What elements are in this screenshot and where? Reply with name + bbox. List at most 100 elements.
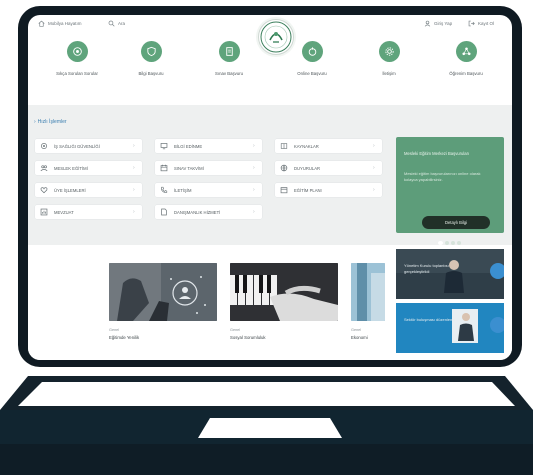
home-label: Mobilya Hayatım: [48, 21, 82, 26]
home-link[interactable]: Mobilya Hayatım: [38, 20, 82, 27]
search-icon: [108, 20, 115, 27]
chevron-right-icon: ›: [253, 209, 255, 215]
nav-item-faq[interactable]: Sıkça Sorulan Sorular: [42, 41, 112, 76]
news-title: Eğitimde Yenilik: [109, 335, 140, 340]
next-arrow-button[interactable]: [490, 263, 504, 279]
target-icon: [66, 41, 88, 62]
trackpad-notch: [198, 418, 342, 438]
quick-services: › Hızlı İşlemler İŞ SAĞLIĞI GÜVENLİĞİ › …: [28, 105, 512, 245]
side-news-card[interactable]: Yönetim Kurulu toplantısı gerçekleştiril…: [396, 249, 504, 299]
news-image: [230, 263, 338, 321]
next-arrow-button[interactable]: [490, 317, 504, 333]
monitor-icon: [160, 142, 168, 150]
service-label: İŞ SAĞLIĞI GÜVENLİĞİ: [54, 143, 100, 149]
service-label: ÜYE İŞLEMLERİ: [54, 187, 86, 193]
register-link[interactable]: Kayıt Ol: [468, 20, 494, 27]
shield-icon: [140, 41, 162, 62]
side-news-text: Sektör buluşması düzenlendi: [404, 317, 456, 322]
news-section: Genel Eğitimde Yenilik Genel Sosyal Soru…: [28, 245, 512, 360]
chevron-right-icon: ›: [133, 165, 135, 171]
promo-text: Mesleki eğitim başvurularınızı online ol…: [404, 171, 481, 182]
network-icon: [455, 41, 477, 62]
nav-label: Sınav Başvuru: [215, 71, 243, 76]
globe-icon: [280, 164, 288, 172]
people-icon: [40, 164, 48, 172]
service-card[interactable]: MEVZUAT ›: [35, 205, 142, 219]
book-icon: [280, 142, 288, 150]
chevron-right-icon: ›: [253, 143, 255, 149]
service-card[interactable]: İŞ SAĞLIĞI GÜVENLİĞİ ›: [35, 139, 142, 153]
chevron-right-icon: ›: [133, 187, 135, 193]
gear-icon: [40, 142, 48, 150]
side-news-card[interactable]: Sektör buluşması düzenlendi: [396, 303, 504, 353]
service-card[interactable]: KAYNAKLAR ›: [275, 139, 382, 153]
file-icon: [160, 208, 168, 216]
chevron-right-icon: ›: [34, 119, 36, 125]
service-label: DANIŞMANLIK HİZMETİ: [174, 209, 221, 215]
nav-label: Sıkça Sorulan Sorular: [56, 71, 98, 76]
chevron-right-icon: ›: [133, 209, 135, 215]
service-label: KAYNAKLAR: [294, 143, 319, 149]
promo-title: Mesleki Eğitim Merkezi Başvuruları: [404, 151, 470, 156]
home-icon: [38, 20, 45, 27]
service-card[interactable]: MESLEK EĞİTİMİ ›: [35, 161, 142, 175]
news-image: [109, 263, 217, 321]
news-card[interactable]: Genel Sosyal Sorumluluk: [230, 263, 338, 340]
user-icon: [424, 20, 431, 27]
news-category: Genel: [351, 328, 362, 332]
chevron-right-icon: ›: [373, 143, 375, 149]
document-icon: [218, 41, 240, 62]
service-card[interactable]: DANIŞMANLIK HİZMETİ ›: [155, 205, 262, 219]
service-label: BİLGİ EDİNME: [174, 143, 203, 149]
service-label: MESLEK EĞİTİMİ: [54, 165, 88, 171]
laptop-screen: Mobilya Hayatım Ara Giriş Yap Kayıt Ol S…: [28, 15, 512, 360]
nav-item-contact[interactable]: İletişim: [354, 41, 424, 76]
nav-label: Bilgi Başvuru: [138, 71, 164, 76]
service-label: İLETİŞİM: [174, 187, 192, 193]
exit-icon: [468, 20, 475, 27]
nav-label: Öğrenim Başvuru: [449, 71, 483, 76]
chevron-right-icon: ›: [373, 187, 375, 193]
news-category: Genel: [230, 328, 241, 332]
nav-item-education[interactable]: Öğrenim Başvuru: [431, 41, 501, 76]
chevron-right-icon: ›: [373, 165, 375, 171]
news-title: Sosyal Sorumluluk: [230, 335, 266, 340]
service-label: MEVZUAT: [54, 209, 74, 215]
main-navigation: Sıkça Sorulan Sorular Bilgi Başvuru Sına…: [28, 41, 512, 103]
side-news-text: Yönetim Kurulu toplantısı gerçekleştiril…: [404, 263, 449, 274]
service-card[interactable]: EĞİTİM PLANI ›: [275, 183, 382, 197]
service-label: SINAV TAKVİMİ: [174, 165, 204, 171]
cart-icon: [301, 41, 323, 62]
service-card[interactable]: İLETİŞİM ›: [155, 183, 262, 197]
nav-item-exam[interactable]: Sınav Başvuru: [194, 41, 264, 76]
login-link[interactable]: Giriş Yap: [424, 20, 452, 27]
service-card[interactable]: ÜYE İŞLEMLERİ ›: [35, 183, 142, 197]
chart-icon: [40, 208, 48, 216]
news-title: Ekonomi: [351, 335, 368, 340]
gear-icon: [378, 41, 400, 62]
laptop-foot: [0, 444, 533, 475]
laptop-base: [0, 376, 533, 410]
news-image: [351, 263, 385, 321]
nav-label: Online Başvuru: [297, 71, 327, 76]
chevron-right-icon: ›: [133, 143, 135, 149]
chevron-right-icon: ›: [253, 165, 255, 171]
calendar-icon: [160, 164, 168, 172]
service-card[interactable]: BİLGİ EDİNME ›: [155, 139, 262, 153]
service-card[interactable]: DUYURULAR ›: [275, 161, 382, 175]
news-card[interactable]: Genel Eğitimde Yenilik: [109, 263, 217, 340]
top-bar: Mobilya Hayatım Ara Giriş Yap Kayıt Ol: [28, 15, 512, 55]
service-label: DUYURULAR: [294, 165, 321, 171]
news-card[interactable]: Genel Ekonomi: [351, 263, 385, 340]
heart-icon: [40, 186, 48, 194]
chevron-right-icon: ›: [253, 187, 255, 193]
service-card[interactable]: SINAV TAKVİMİ ›: [155, 161, 262, 175]
nav-item-online[interactable]: Online Başvuru: [277, 41, 347, 76]
news-category: Genel: [109, 328, 120, 332]
search-label: Ara: [118, 21, 126, 26]
search-link[interactable]: Ara: [108, 20, 125, 27]
nav-label: İletişim: [382, 71, 396, 76]
register-label: Kayıt Ol: [478, 21, 495, 26]
nav-item-info[interactable]: Bilgi Başvuru: [116, 41, 186, 76]
promo-button[interactable]: Detaylı Bilgi: [422, 216, 490, 229]
